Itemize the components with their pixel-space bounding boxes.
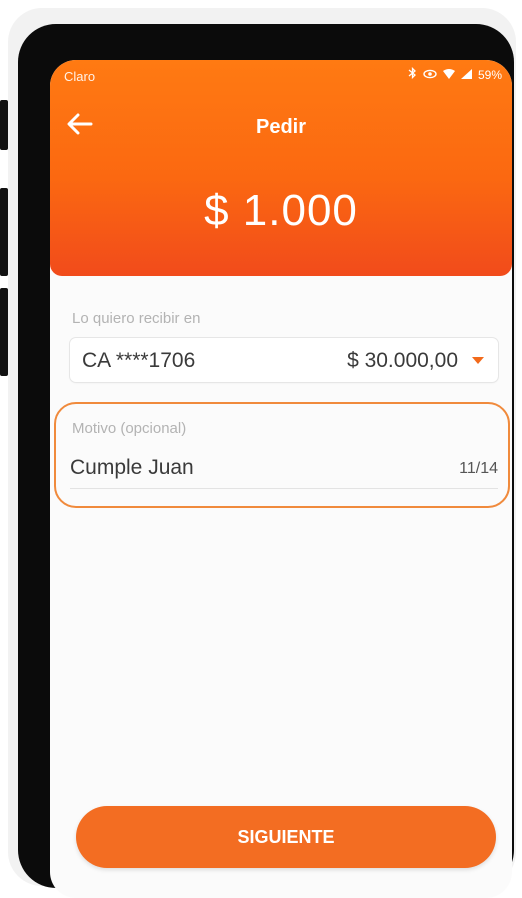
account-balance: $ 30.000,00 [347,349,458,372]
battery-level: 59% [477,67,502,82]
amount-display[interactable]: $ 1.000 [50,186,512,236]
header: Claro 59% Pedir $ 1.000 [50,60,512,276]
carrier-name: Claro [64,69,96,84]
side-button [0,100,8,150]
account-dropdown[interactable]: CA ****1706 $ 30.000,00 [70,338,498,382]
side-button [0,288,8,376]
app-screen: Claro 59% Pedir $ 1.000 Lo quiero recibi… [50,60,512,898]
status-bar: Claro 59% [50,60,512,90]
bluetooth-icon [408,66,417,82]
status-icons: 59% [408,66,502,82]
signal-icon [460,68,472,82]
phone-body: Claro 59% Pedir $ 1.000 Lo quiero recibi… [18,24,514,898]
siguiente-button[interactable]: SIGUIENTE [76,806,496,868]
char-counter: 11/14 [459,460,498,477]
motivo-input[interactable] [70,448,498,489]
wifi-icon [442,68,455,82]
motivo-label: Motivo (opcional) [72,420,187,437]
eye-icon [423,68,437,82]
account-name: CA ****1706 [82,349,196,372]
page-title: Pedir [255,116,307,138]
side-button [0,188,8,276]
caret-down-icon [472,357,484,364]
account-label: Lo quiero recibir en [72,310,201,327]
